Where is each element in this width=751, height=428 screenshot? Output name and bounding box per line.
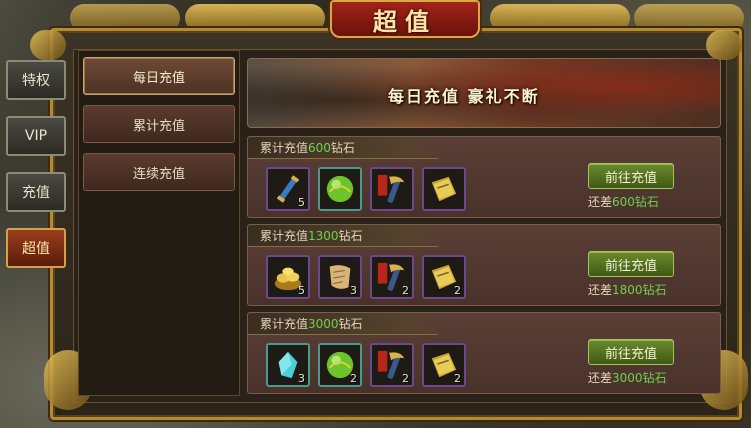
- tab-super-value[interactable]: 超值: [6, 228, 66, 268]
- reward-item-book[interactable]: [422, 167, 466, 211]
- corner-dragon-top-left: [30, 30, 66, 60]
- tab-label: 特权: [22, 73, 50, 89]
- reward-item-gold-ingots[interactable]: 5: [266, 255, 310, 299]
- tab-recharge[interactable]: 充值: [6, 172, 66, 212]
- tier-heading-prefix: 累计充值: [260, 229, 309, 243]
- submenu-label: 每日充值: [132, 70, 185, 86]
- tab-label: 充值: [22, 185, 50, 201]
- remaining-amount: 3000: [612, 371, 643, 385]
- item-quantity: 2: [454, 372, 461, 385]
- go-recharge-button[interactable]: 前往充值: [588, 339, 674, 365]
- submenu-cumulative-recharge[interactable]: 累计充值: [83, 105, 235, 143]
- go-recharge-button[interactable]: 前往充值: [588, 163, 674, 189]
- submenu-label: 累计充值: [132, 118, 185, 134]
- reward-item-scroll[interactable]: 5: [266, 167, 310, 211]
- book-icon: [428, 173, 460, 205]
- go-recharge-button[interactable]: 前往充值: [588, 251, 674, 277]
- tier-heading: 累计充值600钻石: [248, 137, 438, 159]
- remaining-diamonds: 还差600钻石: [588, 193, 688, 210]
- remaining-amount: 600: [612, 195, 635, 209]
- reward-item-inner-skill[interactable]: 2: [370, 255, 414, 299]
- tier-heading-prefix: 累计充值: [260, 141, 309, 155]
- item-quantity: 2: [454, 284, 461, 297]
- tier-amount: 3000: [308, 317, 339, 331]
- promo-banner: 每日充值 豪礼不断: [247, 58, 721, 128]
- item-quantity: 5: [298, 196, 305, 209]
- item-quantity: 2: [402, 372, 409, 385]
- tier-heading: 累计充值1300钻石: [248, 225, 438, 247]
- content-area: 每日充值 豪礼不断 累计充值600钻石 5 前往充值 还差600钻石 累计充值1…: [245, 50, 725, 400]
- reward-item-green-orb[interactable]: 2: [318, 343, 362, 387]
- reward-item-inner-skill[interactable]: 2: [370, 343, 414, 387]
- tab-label: VIP: [24, 128, 48, 144]
- reward-item-map-scroll[interactable]: 3: [318, 255, 362, 299]
- title-plate: 超值: [330, 0, 480, 38]
- page-title: 超值: [373, 6, 437, 36]
- remaining-diamonds: 还差1800钻石: [588, 281, 688, 298]
- item-quantity: 3: [298, 372, 305, 385]
- remaining-suffix: 钻石: [634, 195, 659, 209]
- tab-label: 超值: [22, 241, 50, 257]
- remaining-amount: 1800: [612, 283, 643, 297]
- item-quantity: 3: [350, 284, 357, 297]
- reward-tier-1: 累计充值600钻石 5 前往充值 还差600钻石: [247, 136, 721, 218]
- inner-skill-scroll-icon: [376, 173, 408, 205]
- tier-heading: 累计充值3000钻石: [248, 313, 438, 335]
- reward-item-green-orb[interactable]: [318, 167, 362, 211]
- remaining-prefix: 还差: [588, 371, 613, 385]
- item-quantity: 2: [402, 284, 409, 297]
- reward-tier-2: 累计充值1300钻石 5 3 2 2 前往充值 还差1800钻石: [247, 224, 721, 306]
- green-orb-icon: [324, 173, 356, 205]
- remaining-diamonds: 还差3000钻石: [588, 369, 688, 386]
- tab-privilege[interactable]: 特权: [6, 60, 66, 100]
- remaining-suffix: 钻石: [642, 371, 667, 385]
- tier-heading-suffix: 钻石: [338, 317, 363, 331]
- item-quantity: 5: [298, 284, 305, 297]
- remaining-prefix: 还差: [588, 283, 613, 297]
- tier-heading-suffix: 钻石: [338, 229, 363, 243]
- submenu-label: 连续充值: [132, 166, 185, 182]
- item-quantity: 2: [350, 372, 357, 385]
- reward-item-book[interactable]: 2: [422, 255, 466, 299]
- remaining-suffix: 钻石: [642, 283, 667, 297]
- reward-item-crystal[interactable]: 3: [266, 343, 310, 387]
- tab-vip[interactable]: VIP: [6, 116, 66, 156]
- reward-item-book[interactable]: 2: [422, 343, 466, 387]
- submenu-consecutive-recharge[interactable]: 连续充值: [83, 153, 235, 191]
- tier-amount: 1300: [308, 229, 339, 243]
- tier-heading-prefix: 累计充值: [260, 317, 309, 331]
- submenu-panel: 每日充值 累计充值 连续充值: [78, 50, 240, 396]
- tier-heading-suffix: 钻石: [330, 141, 355, 155]
- reward-item-inner-skill[interactable]: [370, 167, 414, 211]
- tier-amount: 600: [308, 141, 331, 155]
- submenu-daily-recharge[interactable]: 每日充值: [83, 57, 235, 95]
- remaining-prefix: 还差: [588, 195, 613, 209]
- banner-text: 每日充值 豪礼不断: [388, 87, 540, 106]
- reward-tier-3: 累计充值3000钻石 3 2 2 2 前往充值 还差3000钻石: [247, 312, 721, 394]
